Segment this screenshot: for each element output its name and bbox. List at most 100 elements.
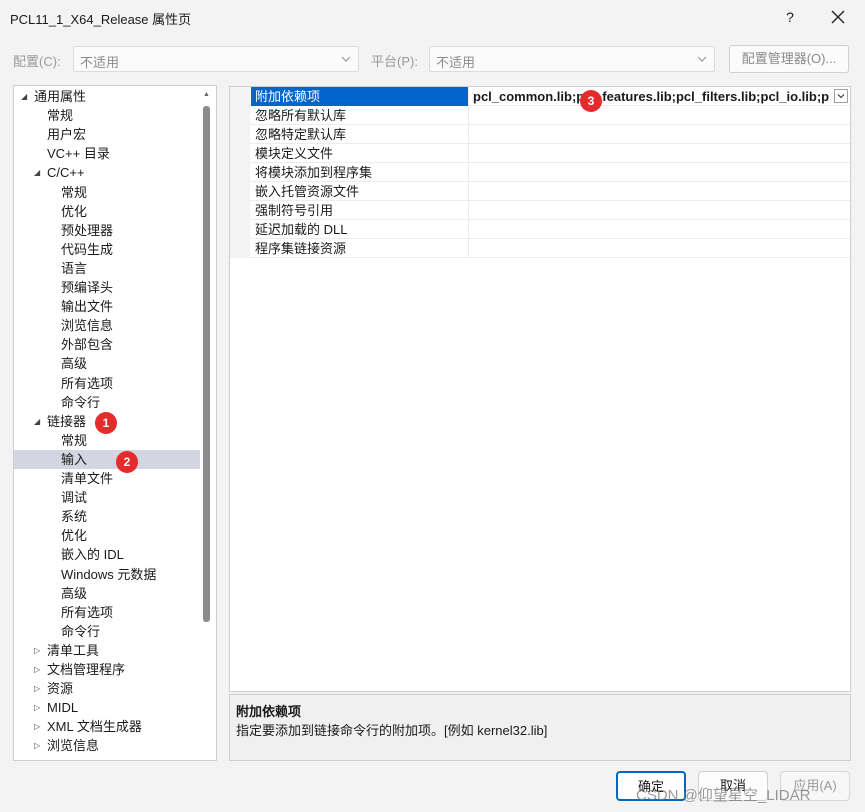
tree-item[interactable]: ▷ XML 文档生成器: [14, 717, 200, 736]
tree-item[interactable]: 浏览信息: [14, 316, 200, 335]
tree-item[interactable]: 清单文件: [14, 469, 200, 488]
annotation-badge: 2: [116, 451, 138, 473]
property-value[interactable]: [470, 125, 850, 144]
property-row[interactable]: 模块定义文件: [230, 144, 850, 163]
tree-item[interactable]: 嵌入的 IDL: [14, 545, 200, 564]
tree-item[interactable]: 输入: [14, 449, 200, 469]
row-gutter: [230, 201, 250, 220]
tree-item-label: 系统: [61, 509, 88, 525]
property-name: 程序集链接资源: [251, 239, 469, 258]
collapsed-arrow-icon[interactable]: ▷: [34, 698, 44, 717]
property-value[interactable]: [470, 220, 850, 239]
row-gutter: [230, 87, 250, 106]
tree-item[interactable]: ◢ 通用属性: [14, 87, 200, 106]
tree-item[interactable]: VC++ 目录: [14, 144, 200, 163]
tree-item[interactable]: 优化: [14, 202, 200, 221]
tree-item[interactable]: 所有选项: [14, 603, 200, 622]
property-row[interactable]: 强制符号引用: [230, 201, 850, 220]
tree-item[interactable]: 用户宏: [14, 125, 200, 144]
tree-item[interactable]: 命令行: [14, 622, 200, 641]
tree-item[interactable]: 高级: [14, 584, 200, 603]
tree-item[interactable]: 常规: [14, 106, 200, 125]
property-value[interactable]: [470, 239, 850, 258]
tree-item[interactable]: ▷ 浏览信息: [14, 736, 200, 755]
property-value[interactable]: [470, 144, 850, 163]
tree-item[interactable]: Windows 元数据: [14, 565, 200, 584]
property-grid[interactable]: 附加依赖项 pcl_common.lib;pcl_features.lib;pcl…: [229, 86, 851, 692]
expanded-arrow-icon[interactable]: ◢: [21, 87, 31, 106]
collapsed-arrow-icon[interactable]: ▷: [34, 660, 44, 679]
tree-item-label: 常规: [47, 108, 74, 124]
property-value[interactable]: pcl_common.lib;pcl_features.lib;pcl_filt…: [470, 87, 850, 106]
tree-item-label: 语言: [61, 260, 88, 276]
tree-scrollbar[interactable]: [203, 106, 210, 622]
tree-item[interactable]: 语言: [14, 259, 200, 278]
tree-item[interactable]: ▷ MIDL: [14, 698, 200, 717]
expanded-arrow-icon[interactable]: ◢: [34, 163, 44, 182]
tree-item-label: 常规: [61, 184, 88, 200]
tree-item-label: 浏览信息: [61, 318, 114, 334]
expanded-arrow-icon[interactable]: ◢: [34, 412, 44, 431]
description-text: 指定要添加到链接命令行的附加项。[例如 kernel32.lib]: [236, 723, 548, 738]
tree-item[interactable]: ▷ 资源: [14, 679, 200, 698]
property-value[interactable]: [470, 201, 850, 220]
collapsed-arrow-icon[interactable]: ▷: [34, 736, 44, 755]
tree-item[interactable]: 预处理器: [14, 221, 200, 240]
property-name: 延迟加载的 DLL: [251, 220, 469, 239]
property-row[interactable]: 忽略所有默认库: [230, 106, 850, 125]
row-gutter: [230, 144, 250, 163]
tree-item[interactable]: ◢ C/C++: [14, 163, 200, 182]
property-row[interactable]: 延迟加载的 DLL: [230, 220, 850, 239]
config-select[interactable]: 不适用: [73, 46, 359, 72]
configuration-manager-button[interactable]: 配置管理器(O)...: [729, 45, 849, 73]
collapsed-arrow-icon[interactable]: ▷: [34, 641, 44, 660]
tree-item[interactable]: 系统: [14, 507, 200, 526]
property-value[interactable]: [470, 163, 850, 182]
property-value[interactable]: [470, 182, 850, 201]
watermark: CSDN @仰望星空_LIDAR: [636, 787, 811, 804]
property-row[interactable]: 附加依赖项 pcl_common.lib;pcl_features.lib;pcl…: [230, 87, 850, 106]
tree-item[interactable]: 所有选项: [14, 374, 200, 393]
tree-item[interactable]: 优化: [14, 526, 200, 545]
close-icon: [831, 10, 845, 24]
collapsed-arrow-icon[interactable]: ▷: [34, 679, 44, 698]
scroll-up-icon[interactable]: ▲: [203, 90, 211, 100]
annotation-badge: 1: [95, 412, 117, 434]
tree-item-label: 外部包含: [61, 337, 114, 353]
chevron-down-icon: [697, 56, 707, 62]
tree-item[interactable]: 预编译头: [14, 278, 200, 297]
tree-item[interactable]: 高级: [14, 354, 200, 373]
property-row[interactable]: 嵌入托管资源文件: [230, 182, 850, 201]
platform-select[interactable]: 不适用: [429, 46, 715, 72]
tree-item-label: C/C++: [47, 165, 85, 181]
help-button[interactable]: ?: [778, 6, 802, 28]
property-name: 忽略特定默认库: [251, 125, 469, 144]
tree-item[interactable]: 输出文件: [14, 297, 200, 316]
property-name: 强制符号引用: [251, 201, 469, 220]
platform-label: 平台(P):: [371, 54, 418, 69]
tree-item[interactable]: 常规: [14, 183, 200, 202]
tree-item-label: 优化: [61, 528, 88, 544]
close-button[interactable]: [826, 6, 850, 28]
property-name: 忽略所有默认库: [251, 106, 469, 125]
tree-item[interactable]: 调试: [14, 488, 200, 507]
tree-item-label: 清单工具: [47, 642, 100, 658]
row-gutter: [230, 163, 250, 182]
chevron-down-icon: [341, 56, 351, 62]
tree-item[interactable]: 命令行: [14, 393, 200, 412]
property-row[interactable]: 将模块添加到程序集: [230, 163, 850, 182]
tree-item-label: 命令行: [61, 623, 101, 639]
property-row[interactable]: 忽略特定默认库: [230, 125, 850, 144]
tree-item[interactable]: 外部包含: [14, 335, 200, 354]
property-value[interactable]: [470, 106, 850, 125]
property-row[interactable]: 程序集链接资源: [230, 239, 850, 258]
tree-item-label: Windows 元数据: [61, 566, 157, 582]
value-dropdown-button[interactable]: [834, 89, 848, 103]
tree-item-label: 通用属性: [34, 89, 87, 104]
collapsed-arrow-icon[interactable]: ▷: [34, 717, 44, 736]
config-label: 配置(C):: [13, 54, 61, 69]
tree-item[interactable]: ▷ 文档管理程序: [14, 660, 200, 679]
tree-item[interactable]: 代码生成: [14, 240, 200, 259]
tree-item[interactable]: ▷ 清单工具: [14, 641, 200, 660]
row-gutter: [230, 106, 250, 125]
